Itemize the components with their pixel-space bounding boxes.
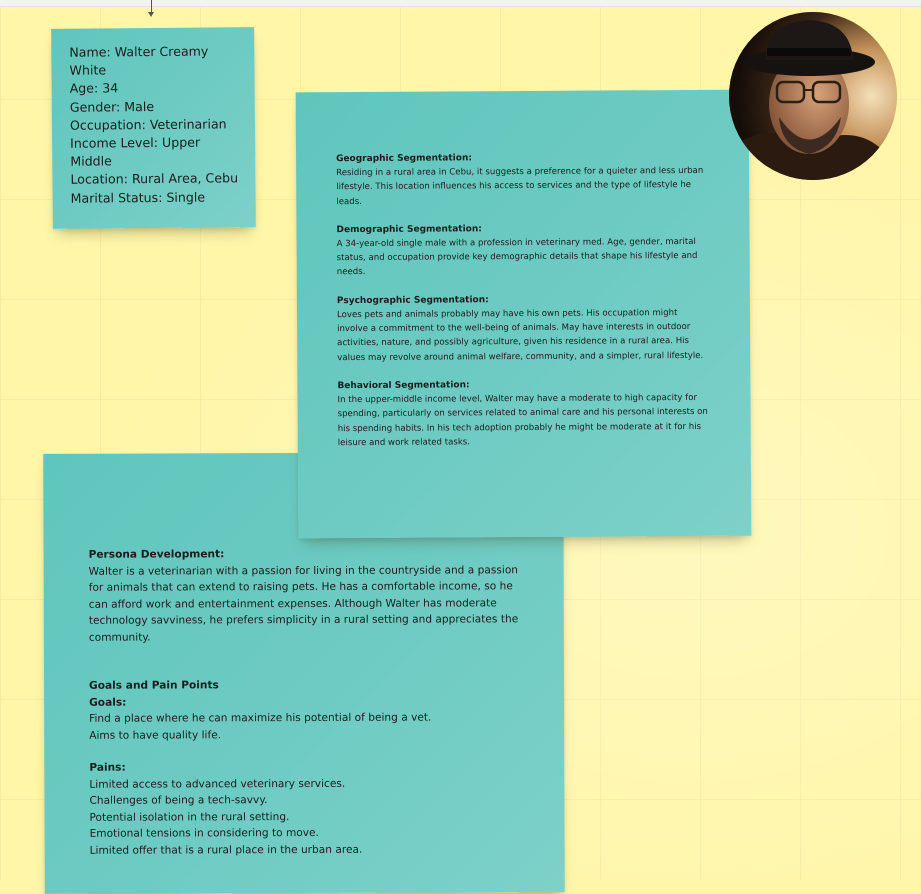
profile-line: White (69, 62, 107, 78)
profile-line: Age: 34 (69, 80, 119, 97)
persona-content: Persona Development: Walter is a veterin… (89, 545, 530, 859)
demographic-segment: Demographic Segmentation: A 34-year-old … (336, 221, 708, 280)
psychographic-segment: Psychographic Segmentation: Loves pets a… (337, 292, 709, 365)
segment-body: Residing in a rural area in Cebu, it sug… (336, 165, 704, 207)
persona-title: Persona Development: (88, 548, 225, 561)
segment-body: In the upper-middle income level, Walter… (337, 392, 708, 448)
profile-sticky-note[interactable]: Name: Walter Creamy White Age: 34 Gender… (51, 27, 256, 229)
goals-label: Goals: (89, 696, 127, 709)
persona-photo[interactable] (729, 12, 897, 180)
segmentation-sticky-note[interactable]: Geographic Segmentation: Residing in a r… (295, 89, 752, 539)
segment-body: Loves pets and animals probably may have… (336, 307, 704, 363)
pain-item: Challenges of being a tech-savvy. (89, 794, 268, 807)
pain-item: Potential isolation in the rural setting… (89, 810, 290, 824)
behavioral-segment: Behavioral Segmentation: In the upper-mi… (337, 377, 709, 450)
pain-item: Emotional tensions in considering to mov… (89, 826, 319, 840)
profile-lines: Name: Walter Creamy White Age: 34 Gender… (69, 42, 250, 207)
goals-pains-title: Goals and Pain Points (89, 679, 219, 692)
goal-item: Aims to have quality life. (89, 728, 222, 742)
goal-item: Find a place where he can maximize his p… (89, 711, 432, 725)
segmentation-content: Geographic Segmentation: Residing in a r… (336, 150, 710, 464)
profile-line: Middle (70, 153, 112, 169)
profile-line: Occupation: Veterinarian (69, 116, 227, 133)
profile-line: Name: Walter Creamy (69, 43, 209, 60)
profile-line: Gender: Male (69, 98, 155, 115)
pains-label: Pains: (89, 761, 126, 774)
connector-arrow[interactable] (148, 0, 154, 17)
profile-line: Location: Rural Area, Cebu (70, 170, 239, 188)
pain-item: Limited access to advanced veterinary se… (89, 777, 346, 791)
pain-item: Limited offer that is a rural place in t… (89, 843, 363, 857)
geographic-segment: Geographic Segmentation: Residing in a r… (336, 150, 708, 209)
profile-line: Marital Status: Single (70, 189, 206, 206)
persona-body: Walter is a veterinarian with a passion … (88, 563, 519, 644)
profile-line: Income Level: Upper (70, 134, 201, 151)
segment-body: A 34-year-old single male with a profess… (336, 236, 698, 278)
persona-photo-icon (729, 12, 897, 180)
